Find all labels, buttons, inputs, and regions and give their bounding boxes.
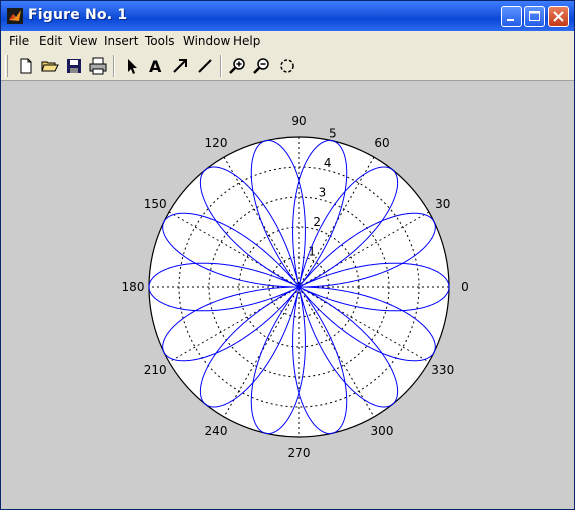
menu-edit[interactable]: Edit: [39, 34, 62, 48]
radius-tick-label: 2: [313, 215, 321, 229]
close-icon: [553, 11, 564, 22]
angle-tick-label: 240: [205, 424, 228, 438]
angle-tick-label: 60: [374, 136, 389, 150]
insert-line-icon[interactable]: [195, 56, 215, 76]
insert-arrow-icon[interactable]: [170, 56, 190, 76]
angle-tick-label: 150: [144, 197, 167, 211]
select-arrow-icon[interactable]: [121, 56, 141, 76]
radius-tick-label: 3: [319, 185, 327, 199]
menu-insert[interactable]: Insert: [104, 34, 138, 48]
toolbar-separator: [220, 55, 222, 77]
menu-bar: File Edit View Insert Tools Window Help: [1, 31, 574, 51]
svg-text:A: A: [149, 57, 162, 76]
zoom-out-icon[interactable]: [252, 56, 272, 76]
angle-tick-label: 300: [371, 424, 394, 438]
menu-file[interactable]: File: [9, 34, 29, 48]
menu-tools[interactable]: Tools: [145, 34, 175, 48]
radius-tick-label: 5: [329, 126, 337, 140]
maximize-button[interactable]: [524, 6, 545, 27]
angle-tick-label: 330: [431, 363, 454, 377]
title-bar[interactable]: Figure No. 1: [1, 1, 574, 31]
angle-tick-label: 210: [144, 363, 167, 377]
toolbar-separator: [113, 55, 115, 77]
matlab-logo-icon: [7, 8, 23, 24]
zoom-in-icon[interactable]: [228, 56, 248, 76]
new-file-icon[interactable]: [16, 56, 36, 76]
maximize-icon: [529, 11, 540, 21]
radius-tick-label: 4: [324, 156, 332, 170]
toolbar-grip[interactable]: [5, 55, 8, 77]
menu-view[interactable]: View: [69, 34, 97, 48]
angle-tick-label: 270: [288, 446, 311, 460]
minimize-icon: [507, 19, 514, 21]
close-button[interactable]: [548, 6, 569, 27]
polar-plot: 030609012015018021024027030033012345: [122, 114, 469, 460]
save-icon[interactable]: [64, 56, 84, 76]
insert-text-icon[interactable]: A: [145, 56, 165, 76]
angle-tick-label: 30: [435, 197, 450, 211]
menu-help[interactable]: Help: [233, 34, 260, 48]
angle-tick-label: 120: [205, 136, 228, 150]
minimize-button[interactable]: [501, 6, 522, 27]
window-title: Figure No. 1: [28, 7, 128, 23]
open-folder-icon[interactable]: [40, 56, 60, 76]
angle-tick-label: 90: [291, 114, 306, 128]
menu-window[interactable]: Window: [183, 34, 230, 48]
angle-tick-label: 180: [122, 280, 145, 294]
toolbar: A: [1, 51, 574, 81]
figure-window: Figure No. 1 File Edit View Insert Tools…: [0, 0, 575, 510]
rotate-3d-icon[interactable]: [277, 56, 297, 76]
print-icon[interactable]: [88, 56, 108, 76]
angle-tick-label: 0: [461, 280, 469, 294]
